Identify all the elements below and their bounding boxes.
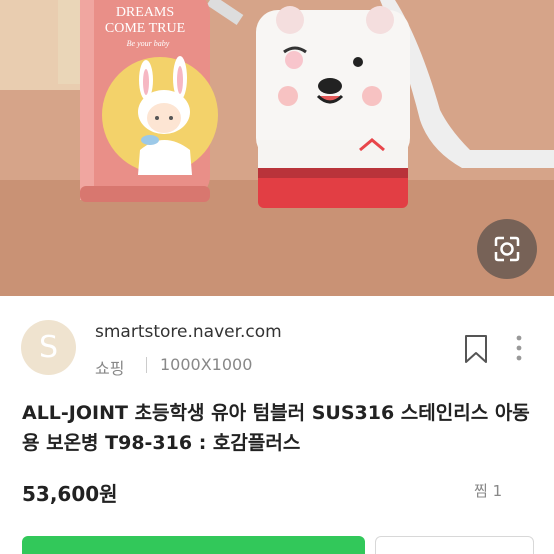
source-domain-link[interactable]: smartstore.naver.com — [95, 322, 282, 342]
bookmark-button[interactable] — [463, 334, 489, 364]
image-size: 1000X1000 — [160, 355, 253, 374]
product-image[interactable]: DREAMS COME TRUE Be your baby — [0, 0, 554, 296]
source-divider — [146, 357, 147, 373]
source-category: 쇼핑 — [95, 359, 125, 378]
secondary-action-button[interactable] — [375, 536, 534, 554]
wish-count: 찜 1 — [474, 482, 503, 500]
lens-search-button[interactable] — [477, 219, 537, 279]
bottle-text-line2: COME TRUE — [105, 21, 185, 36]
visit-store-button[interactable] — [22, 536, 365, 554]
more-options-button[interactable] — [512, 334, 526, 362]
product-title[interactable]: ALL-JOINT 초등학생 유아 텀블러 SUS316 스테인리스 아동용 보… — [22, 398, 534, 458]
bottle-signature: Be your baby — [127, 39, 170, 48]
lens-search-icon — [494, 236, 520, 262]
more-vertical-icon — [516, 335, 522, 361]
source-avatar[interactable]: S — [21, 320, 76, 375]
product-price: 53,600원 — [22, 482, 118, 506]
bookmark-icon — [465, 335, 487, 363]
product-illustration: DREAMS COME TRUE Be your baby — [0, 0, 554, 296]
bottle-text-line1: DREAMS — [116, 5, 174, 20]
